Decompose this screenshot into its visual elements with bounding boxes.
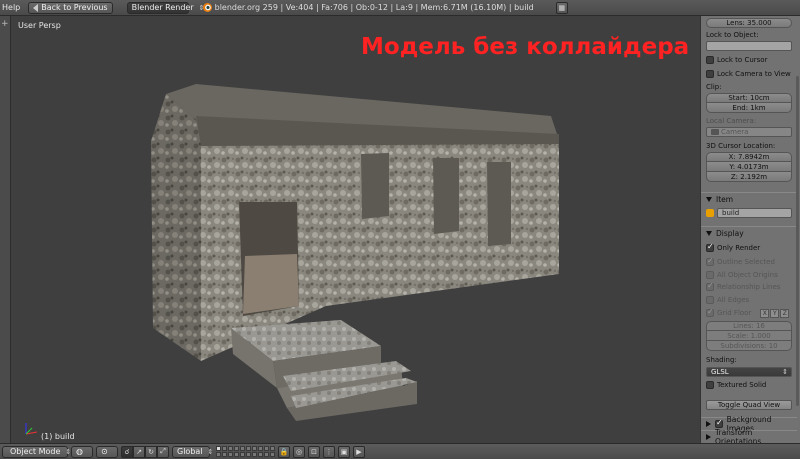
expand-icon xyxy=(706,421,711,427)
building-model[interactable] xyxy=(11,16,700,443)
proportional-edit-icon[interactable]: ◎ xyxy=(293,445,305,458)
cursor-x-field[interactable]: X: 7.8942m xyxy=(706,152,792,162)
expand-toolshelf-icon[interactable]: + xyxy=(1,19,9,29)
axis-x-toggle[interactable]: X xyxy=(760,308,770,318)
grid-lines-field[interactable]: Lines: 16 xyxy=(706,321,792,331)
toggle-quad-view-button[interactable]: Toggle Quad View xyxy=(706,400,792,410)
mode-dropdown[interactable]: Object Mode ⇕ xyxy=(2,445,71,458)
active-object-label: (1) build xyxy=(41,432,75,441)
local-camera-label: Local Camera: xyxy=(706,117,757,125)
scale-icon[interactable]: ⤢ xyxy=(157,445,169,458)
rotate-icon[interactable]: ↻ xyxy=(145,445,157,458)
outline-selected-checkbox[interactable]: Outline Selected xyxy=(706,256,792,267)
info-header: Help Back to Previous Blender Render ⇕ b… xyxy=(0,0,800,16)
snap-icon[interactable]: ⊡ xyxy=(308,445,320,458)
lock-camera-to-view-checkbox[interactable]: Lock Camera to View xyxy=(706,69,792,79)
viewport-shading-dropdown[interactable]: ◍ xyxy=(71,445,93,458)
scene-stats: blender.org 259 | Ve:404 | Fa:706 | Ob:0… xyxy=(202,3,534,12)
manipulator-toggle-icon[interactable]: ☌ xyxy=(121,445,133,458)
clip-start-field[interactable]: Start: 10cm xyxy=(706,93,792,103)
render-animation-icon[interactable]: ▶ xyxy=(353,445,365,458)
translate-icon[interactable]: ↗ xyxy=(133,445,145,458)
axis-z-toggle[interactable]: Z xyxy=(780,308,790,318)
grid-subdivisions-field[interactable]: Subdivisions: 10 xyxy=(706,341,792,351)
textured-solid-checkbox[interactable]: Textured Solid xyxy=(706,380,792,390)
lens-field[interactable]: Lens: 35.000 xyxy=(706,18,792,28)
display-section-header[interactable]: Display xyxy=(701,226,797,239)
updown-chevron-icon: ⇕ xyxy=(782,368,788,376)
grid-axis-toggles: X Y Z xyxy=(760,308,790,318)
relationship-lines-checkbox[interactable]: Relationship Lines xyxy=(706,281,792,292)
item-name-field[interactable]: build xyxy=(717,208,792,218)
all-object-origins-checkbox[interactable]: All Object Origins xyxy=(706,270,792,280)
clip-label: Clip: xyxy=(706,83,722,91)
3d-view-header: Object Mode ⇕ ◍ ⊙ ☌ ↗ ↻ ⤢ Global ⇕ 🔒 ◎ ⊡… xyxy=(0,443,800,459)
back-arrow-icon xyxy=(33,3,39,12)
axis-y-toggle[interactable]: Y xyxy=(770,308,780,318)
only-render-checkbox[interactable]: Only Render xyxy=(706,242,792,253)
object-icon xyxy=(706,209,714,217)
all-edges-checkbox[interactable]: All Edges xyxy=(706,295,792,305)
lock-layers-icon[interactable]: 🔒 xyxy=(278,445,290,458)
blender-logo-icon xyxy=(202,3,212,12)
cursor-z-field[interactable]: Z: 2.192m xyxy=(706,172,792,182)
shading-sphere-icon: ◍ xyxy=(76,447,83,456)
layer-buttons[interactable] xyxy=(216,446,275,457)
lock-to-cursor-checkbox[interactable]: Lock to Cursor xyxy=(706,55,792,65)
transform-orientations-section[interactable]: Transform Orientations xyxy=(701,428,797,443)
cursor-y-field[interactable]: Y: 4.0173m xyxy=(706,162,792,172)
lock-object-field[interactable] xyxy=(706,41,792,51)
lock-to-object-label: Lock to Object: xyxy=(706,31,759,39)
snap-element-icon[interactable]: ⋮ xyxy=(323,445,335,458)
render-image-icon[interactable]: ▣ xyxy=(338,445,350,458)
axis-gizmo-icon xyxy=(25,423,38,435)
pivot-point-dropdown[interactable]: ⊙ xyxy=(96,445,118,458)
cursor-location-label: 3D Cursor Location: xyxy=(706,142,776,150)
updown-chevron-icon: ⇕ xyxy=(207,447,214,456)
clip-end-field[interactable]: End: 1km xyxy=(706,103,792,113)
grid-floor-checkbox[interactable]: Grid Floor X Y Z xyxy=(706,307,792,318)
shading-dropdown[interactable]: GLSL ⇕ xyxy=(706,367,792,377)
3d-viewport[interactable]: User Persp Модель без коллайдера (1) bui… xyxy=(11,16,700,443)
help-menu[interactable]: Help xyxy=(2,3,20,12)
collapse-icon xyxy=(706,230,712,236)
panel-scrollbar[interactable] xyxy=(796,76,799,406)
shading-label: Shading: xyxy=(706,356,737,364)
pivot-icon: ⊙ xyxy=(101,447,108,456)
render-engine-dropdown[interactable]: Blender Render ⇕ xyxy=(126,1,205,14)
overlay-title: Модель без коллайдера xyxy=(361,34,690,60)
item-section-header[interactable]: Item xyxy=(701,192,797,205)
local-camera-field[interactable]: Camera xyxy=(706,127,792,137)
manipulator-group: ☌ ↗ ↻ ⤢ xyxy=(121,445,169,458)
camera-icon xyxy=(711,129,719,135)
collapse-icon xyxy=(706,196,712,202)
properties-panel: Lens: 35.000 Lock to Object: Lock to Cur… xyxy=(700,16,800,443)
grid-scale-field[interactable]: Scale: 1.000 xyxy=(706,331,792,341)
background-images-checkbox[interactable] xyxy=(715,418,723,428)
expand-icon xyxy=(706,434,711,440)
tool-shelf-strip[interactable]: + xyxy=(0,16,11,443)
transform-orientation-dropdown[interactable]: Global ⇕ xyxy=(172,445,213,458)
back-to-previous-button[interactable]: Back to Previous xyxy=(28,1,113,14)
screenshot-icon[interactable]: ▦ xyxy=(555,1,568,14)
